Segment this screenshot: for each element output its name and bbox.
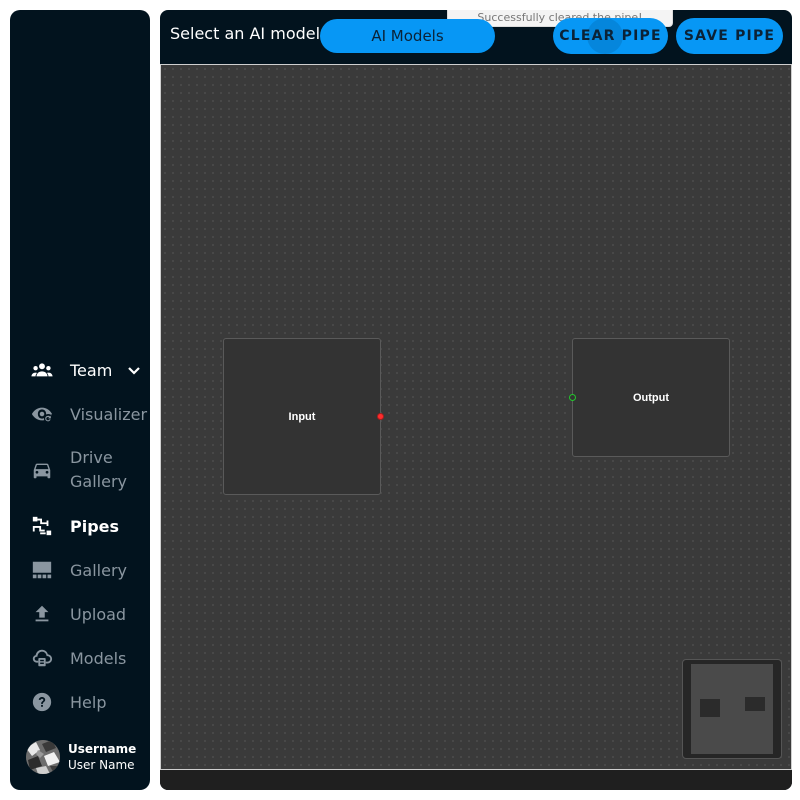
minimap[interactable] (682, 659, 782, 759)
clear-pipe-label: CLEAR PIPE (559, 28, 662, 44)
sidebar: Team Visualizer Drive Gallery Pipes Gall… (10, 10, 150, 790)
eye-icon (30, 402, 54, 426)
user-profile[interactable]: Username User Name (26, 740, 136, 774)
sidebar-item-label: Models (70, 648, 127, 668)
output-handle[interactable] (377, 413, 384, 420)
sidebar-item-models[interactable]: Models (30, 646, 126, 670)
sidebar-item-label: Team (70, 360, 113, 380)
user-full-name: User Name (68, 758, 135, 772)
car-icon (30, 458, 54, 482)
input-handle[interactable] (569, 394, 576, 401)
node-label: Output (632, 391, 670, 404)
username: Username (68, 742, 137, 756)
upload-icon (30, 602, 54, 626)
node-label: Input (288, 410, 316, 423)
minimap-input-node (700, 699, 720, 717)
sidebar-item-label: Upload (70, 604, 127, 624)
sidebar-item-label: Drive Gallery (70, 446, 127, 494)
ai-models-dropdown[interactable]: AI Models (320, 19, 495, 53)
sidebar-item-label: Help (70, 692, 107, 712)
bottom-bar (160, 770, 792, 790)
sidebar-item-label: Visualizer (70, 404, 148, 424)
clear-pipe-button[interactable]: CLEAR PIPE (553, 18, 668, 54)
minimap-output-node (745, 697, 765, 711)
sidebar-item-visualizer[interactable]: Visualizer (30, 402, 147, 426)
sidebar-item-pipes[interactable]: Pipes (30, 514, 119, 538)
gallery-icon (30, 558, 54, 582)
sidebar-item-drive-gallery[interactable]: Drive Gallery (30, 446, 127, 494)
models-icon (30, 646, 54, 670)
model-select-label: Select an AI model (170, 24, 321, 43)
sidebar-item-label: Pipes (70, 516, 120, 536)
pipe-canvas[interactable]: Input Output (160, 64, 792, 770)
pipes-icon (30, 514, 54, 538)
avatar[interactable] (26, 740, 60, 774)
pipe-editor: Successfully cleared the pipe! Select an… (160, 10, 792, 790)
output-node[interactable]: Output (569, 338, 730, 457)
team-icon (30, 358, 54, 382)
user-info: Username User Name (68, 741, 136, 773)
chevron-down-icon[interactable] (126, 362, 142, 378)
sidebar-item-label: Gallery (70, 560, 127, 580)
help-icon (30, 690, 54, 714)
input-node[interactable]: Input (223, 338, 384, 495)
drive-label-line2: Gallery (70, 472, 127, 491)
drive-label-line1: Drive (70, 448, 113, 467)
sidebar-item-gallery[interactable]: Gallery (30, 558, 127, 582)
sidebar-item-upload[interactable]: Upload (30, 602, 126, 626)
sidebar-item-team[interactable]: Team (30, 358, 142, 382)
save-pipe-button[interactable]: SAVE PIPE (676, 18, 783, 54)
sidebar-item-help[interactable]: Help (30, 690, 106, 714)
